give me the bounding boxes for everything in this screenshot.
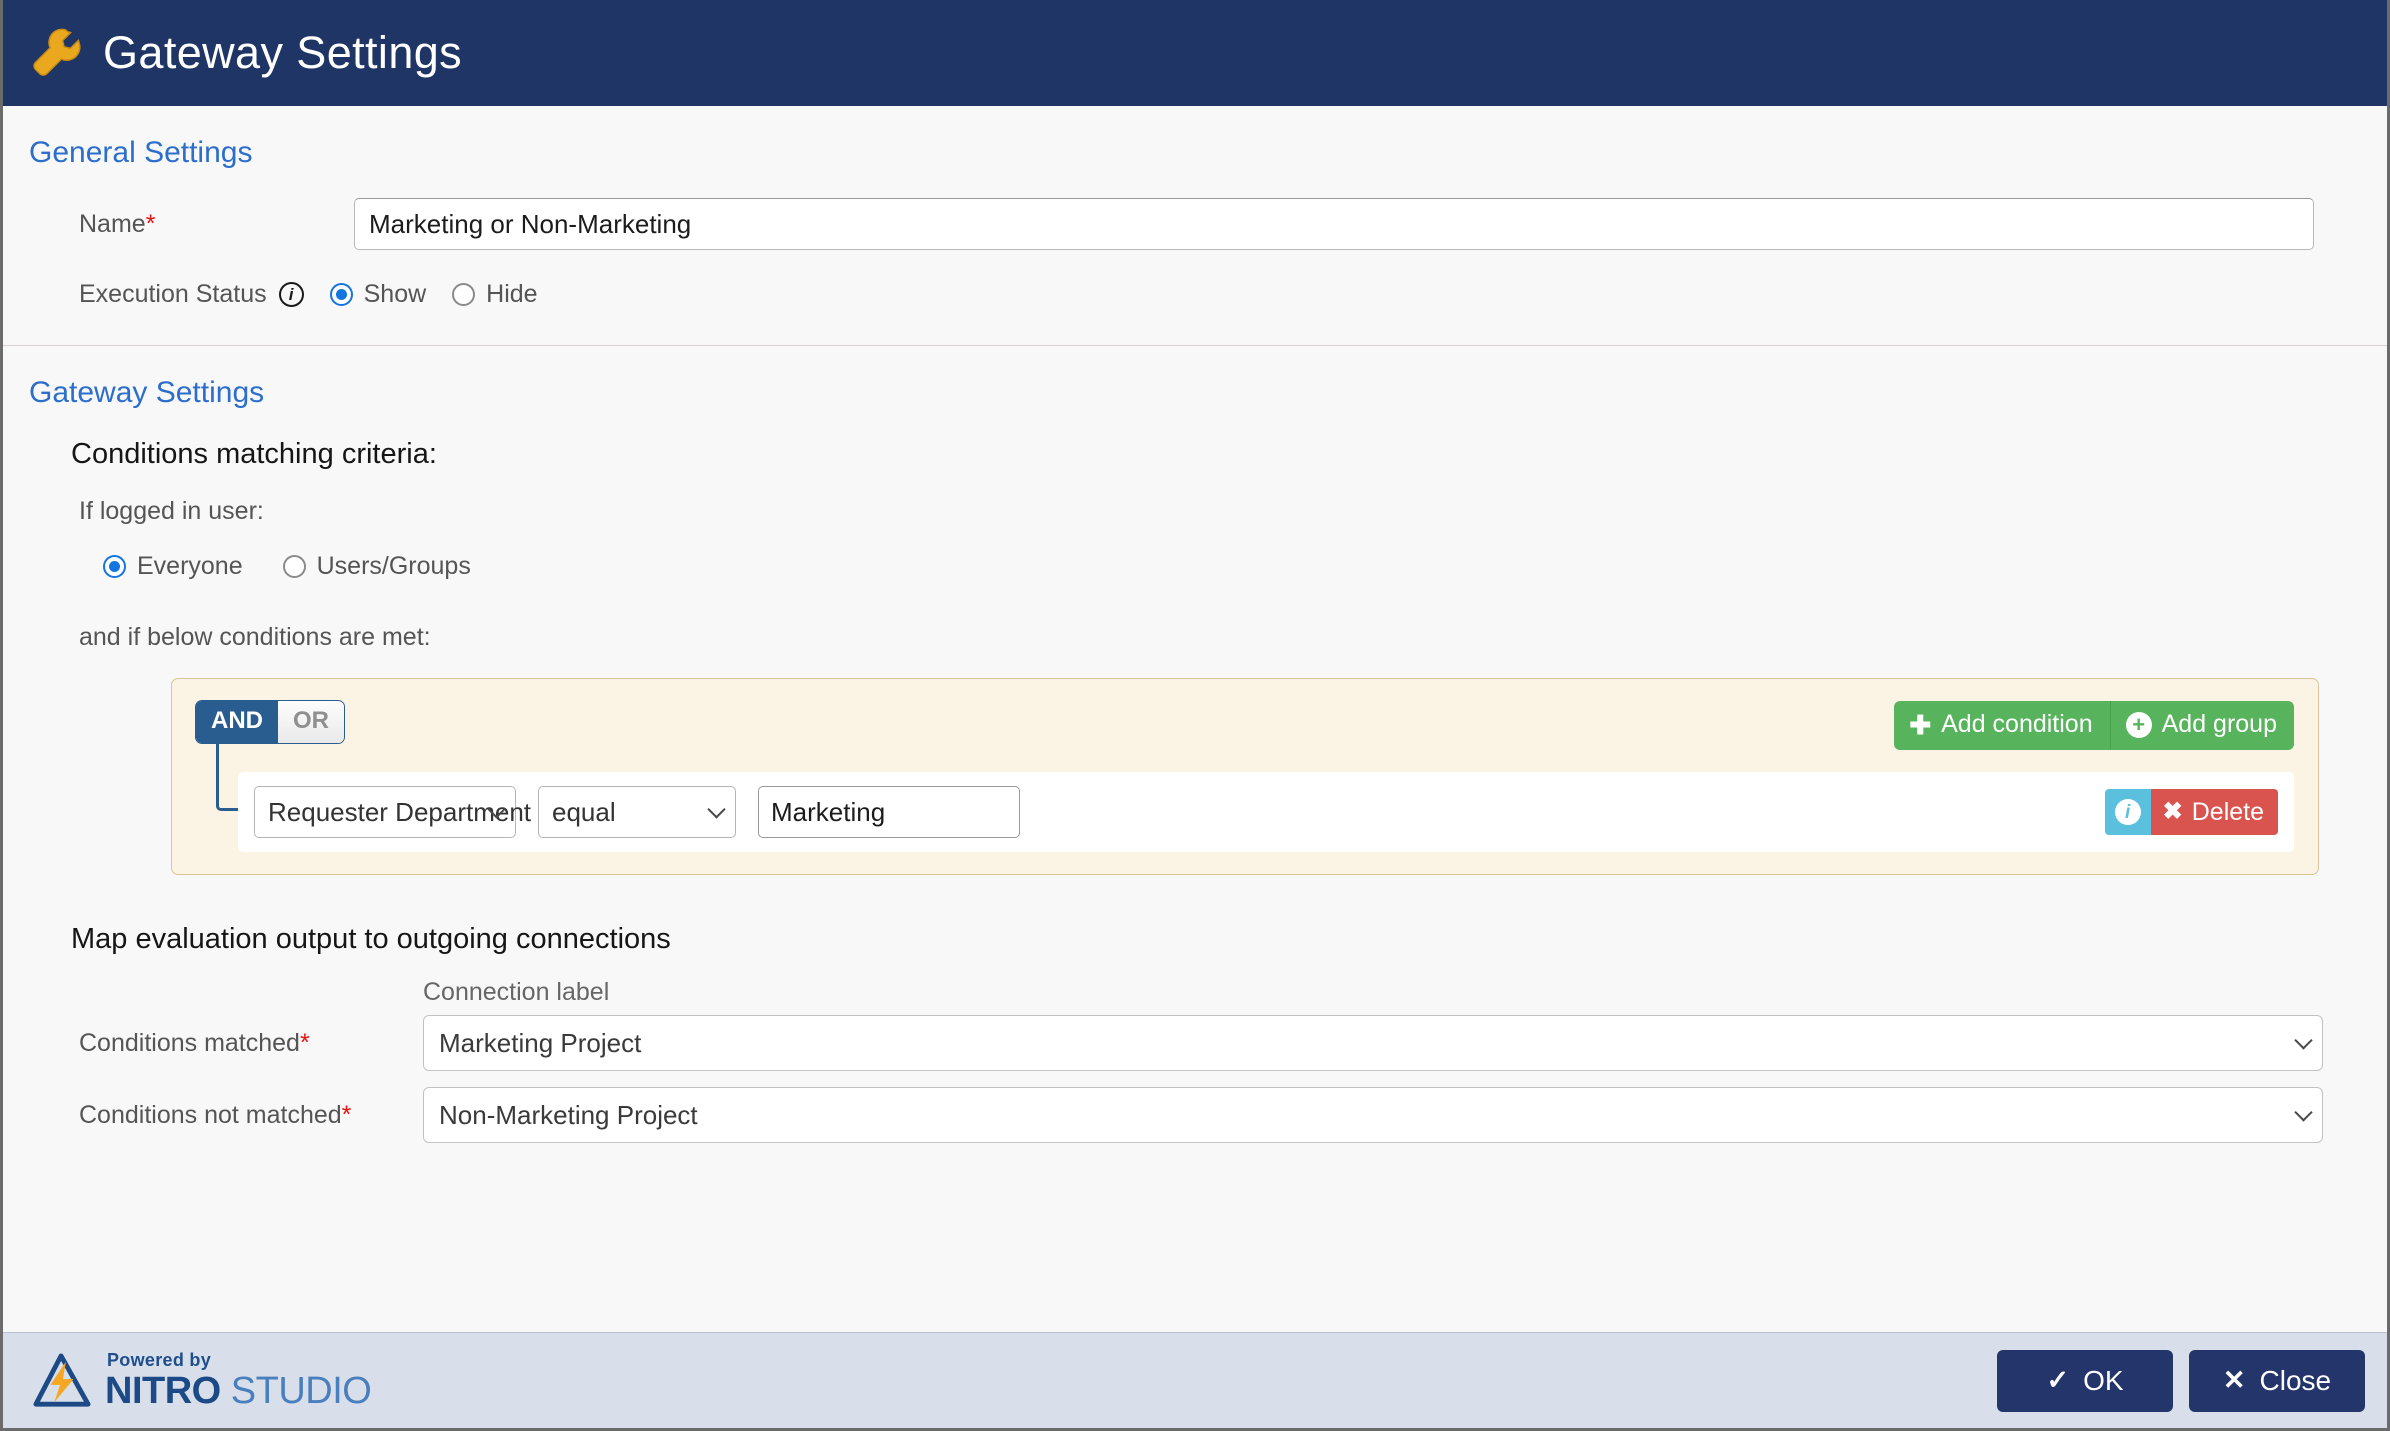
brand-name: NITRO STUDIO xyxy=(105,1370,372,1412)
conditions-matched-value: Marketing Project xyxy=(439,1027,642,1058)
chevron-down-icon xyxy=(2294,1031,2313,1050)
dialog-footer: Powered by NITRO STUDIO ✓ OK ✕ Close xyxy=(3,1332,2387,1428)
radio-everyone-label: Everyone xyxy=(137,552,243,580)
conditions-not-matched-label: Conditions not matched* xyxy=(79,1100,352,1129)
info-icon: i xyxy=(2114,799,2141,825)
close-button[interactable]: ✕ Close xyxy=(2189,1349,2365,1412)
condition-row-actions: i ✖ Delete xyxy=(2104,789,2278,835)
wrench-icon xyxy=(33,28,81,76)
user-scope-option-everyone[interactable]: Everyone xyxy=(103,552,243,581)
radio-users-groups[interactable] xyxy=(282,555,306,578)
required-marker: * xyxy=(341,1100,352,1129)
add-condition-button[interactable]: ✚ Add condition xyxy=(1894,701,2110,750)
condition-rule-row: Requester Department equal i ✖ Delete xyxy=(238,772,2294,852)
query-builder-group: AND OR ✚ Add condition + Add group Reque… xyxy=(171,678,2319,875)
user-scope-option-users-groups[interactable]: Users/Groups xyxy=(282,552,471,581)
radio-hide[interactable] xyxy=(452,283,476,306)
criteria-heading: Conditions matching criteria: xyxy=(71,438,437,470)
logged-in-user-label: If logged in user: xyxy=(79,497,264,525)
conditions-note: and if below conditions are met: xyxy=(79,623,431,651)
brand-studio: STUDIO xyxy=(220,1370,372,1412)
delete-condition-label: Delete xyxy=(2191,797,2264,826)
query-builder-header: AND OR ✚ Add condition + Add group xyxy=(196,701,2294,750)
nitro-logo-icon xyxy=(33,1352,91,1407)
execution-status-option-hide[interactable]: Hide xyxy=(452,280,538,309)
conditions-matched-label: Conditions matched* xyxy=(79,1028,310,1057)
conditions-matched-select[interactable]: Marketing Project xyxy=(423,1015,2323,1071)
logic-and-button[interactable]: AND xyxy=(196,701,278,743)
add-condition-label: Add condition xyxy=(1941,710,2093,738)
query-builder-actions: ✚ Add condition + Add group xyxy=(1894,701,2294,750)
ok-button[interactable]: ✓ OK xyxy=(1997,1349,2173,1412)
execution-status-option-show[interactable]: Show xyxy=(329,280,427,309)
group-connector-line xyxy=(216,741,238,811)
logic-or-button[interactable]: OR xyxy=(278,701,344,743)
conditions-not-matched-value: Non-Marketing Project xyxy=(439,1099,698,1130)
info-icon[interactable]: i xyxy=(278,282,304,307)
required-marker: * xyxy=(299,1028,310,1057)
brand-nitro: NITRO xyxy=(105,1370,221,1412)
execution-status-row: Execution Status i Show Hide xyxy=(3,280,2387,309)
conditions-not-matched-select[interactable]: Non-Marketing Project xyxy=(423,1087,2323,1143)
add-group-label: Add group xyxy=(2161,710,2277,738)
radio-show[interactable] xyxy=(329,283,353,306)
radio-everyone[interactable] xyxy=(103,555,126,578)
dialog-titlebar: Gateway Settings xyxy=(3,0,2387,106)
footer-buttons: ✓ OK ✕ Close xyxy=(1997,1349,2365,1412)
name-row: Name* xyxy=(3,198,2387,250)
gateway-settings-heading: Gateway Settings xyxy=(29,376,265,409)
check-icon: ✓ xyxy=(2046,1365,2070,1395)
delete-condition-button[interactable]: ✖ Delete xyxy=(2150,789,2278,835)
execution-status-label: Execution Status xyxy=(79,280,267,308)
condition-value-input[interactable] xyxy=(758,786,1020,838)
chevron-down-icon xyxy=(707,800,726,819)
connection-label-header: Connection label xyxy=(423,978,610,1006)
close-icon: ✖ xyxy=(2162,798,2183,825)
ok-button-label: OK xyxy=(2083,1364,2124,1396)
conditions-not-matched-row: Conditions not matched* Non-Marketing Pr… xyxy=(3,1087,2387,1143)
gateway-settings-dialog: Gateway Settings General Settings Name* … xyxy=(0,0,2390,1431)
section-divider xyxy=(3,345,2387,346)
condition-operator-value: equal xyxy=(552,796,616,827)
general-settings-heading: General Settings xyxy=(29,136,253,169)
user-scope-row: Everyone Users/Groups xyxy=(3,552,2387,581)
nitro-logo-text: Powered by NITRO STUDIO xyxy=(105,1350,372,1412)
close-button-label: Close xyxy=(2259,1364,2332,1396)
powered-by-label: Powered by xyxy=(107,1350,212,1370)
plus-icon: ✚ xyxy=(1909,709,1932,740)
required-marker: * xyxy=(145,209,156,238)
name-label: Name* xyxy=(79,209,156,238)
radio-hide-label: Hide xyxy=(486,280,538,308)
condition-field-select[interactable]: Requester Department xyxy=(254,786,531,838)
conditions-matched-row: Conditions matched* Marketing Project xyxy=(3,1015,2387,1071)
radio-users-groups-label: Users/Groups xyxy=(316,552,471,580)
dialog-body: General Settings Name* Execution Status … xyxy=(3,106,2387,1332)
name-input[interactable] xyxy=(354,198,2314,250)
circle-plus-icon: + xyxy=(2125,711,2152,738)
add-group-button[interactable]: + Add group xyxy=(2109,701,2294,750)
condition-info-button[interactable]: i xyxy=(2104,789,2151,835)
nitro-studio-logo: Powered by NITRO STUDIO xyxy=(31,1350,372,1412)
condition-operator-select[interactable]: equal xyxy=(538,786,736,838)
radio-show-label: Show xyxy=(363,280,427,308)
chevron-down-icon xyxy=(2294,1103,2313,1122)
close-icon: ✕ xyxy=(2222,1365,2246,1395)
dialog-title: Gateway Settings xyxy=(103,27,463,78)
logic-toggle[interactable]: AND OR xyxy=(196,701,344,743)
map-output-heading: Map evaluation output to outgoing connec… xyxy=(71,923,671,955)
